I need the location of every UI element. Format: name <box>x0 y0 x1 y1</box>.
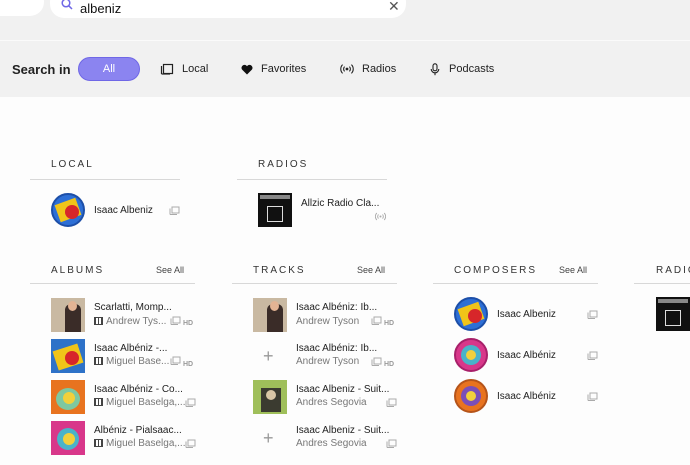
album-title[interactable]: Isaac Albéniz -... <box>94 343 167 354</box>
composers-see-all-link[interactable]: See All <box>559 265 587 275</box>
piano-icon <box>94 357 103 365</box>
track-cover[interactable] <box>253 298 287 332</box>
chevron-right-icon[interactable]: › <box>6 0 11 1</box>
section-title-local: LOCAL <box>51 159 94 170</box>
album-artist: Miguel Baselga,... <box>94 438 186 449</box>
hd-badge: HD <box>183 361 194 368</box>
piano-icon <box>94 398 103 406</box>
track-title[interactable]: Isaac Albeniz - Suit... <box>296 425 389 436</box>
filter-all[interactable]: All <box>78 57 140 81</box>
composer-avatar[interactable] <box>51 193 85 227</box>
piano-icon <box>94 317 103 325</box>
filter-favorites-label: Favorites <box>261 63 307 75</box>
hd-badge: HD <box>183 320 194 327</box>
local-item-title[interactable]: Isaac Albeniz <box>94 205 153 216</box>
heart-icon <box>241 64 253 74</box>
track-title[interactable]: Isaac Albéniz: Ib... <box>296 343 377 354</box>
section-title-albums: ALBUMS <box>51 265 105 276</box>
album-cover[interactable] <box>51 421 85 455</box>
divider <box>237 179 387 180</box>
radio-thumbnail[interactable] <box>656 297 690 331</box>
divider <box>433 283 598 284</box>
track-title[interactable]: Isaac Albeniz - Suit... <box>296 384 389 395</box>
hd-badge: HD <box>384 320 395 327</box>
local-library-icon <box>587 310 598 319</box>
album-artist-label: Miguel Baselga,... <box>106 397 186 408</box>
filter-bar: Search in All Local Favorites Radios Pod… <box>0 40 690 97</box>
filter-all-label: All <box>102 63 116 75</box>
track-artist: Andrew Tyson <box>296 356 360 367</box>
track-artist: Andrew Tyson <box>296 316 360 327</box>
album-title[interactable]: Scarlatti, Momp... <box>94 302 172 313</box>
filter-favorites[interactable]: Favorites <box>241 57 306 81</box>
local-library-icon <box>587 351 598 360</box>
piano-icon <box>94 439 103 447</box>
search-input[interactable] <box>80 0 360 16</box>
local-library-icon <box>386 439 397 448</box>
section-title-radios: RADIOS <box>258 159 309 170</box>
tracks-see-all-link[interactable]: See All <box>357 265 385 275</box>
divider <box>30 283 195 284</box>
close-icon[interactable]: ✕ <box>388 0 400 13</box>
divider <box>30 179 180 180</box>
album-cover[interactable] <box>51 380 85 414</box>
composer-avatar[interactable] <box>454 338 488 372</box>
album-artist: Andrew Tys... <box>94 316 166 327</box>
local-library-icon <box>371 357 382 366</box>
microphone-icon <box>430 62 440 75</box>
composer-avatar[interactable] <box>454 297 488 331</box>
composer-name[interactable]: Isaac Albeniz <box>497 309 556 320</box>
album-title[interactable]: Albéniz - Pialsaac... <box>94 425 182 436</box>
composer-name[interactable]: Isaac Albéniz <box>497 391 556 402</box>
local-library-icon <box>170 316 181 325</box>
top-bar: ‹ › ✕ <box>0 0 690 40</box>
section-title-radios-right: RADIO <box>656 265 690 276</box>
local-library-icon <box>160 63 174 75</box>
track-artist: Andres Segovia <box>296 397 367 408</box>
local-library-icon <box>386 398 397 407</box>
filter-radios[interactable]: Radios <box>340 57 396 81</box>
album-artist-label: Miguel Base... <box>106 356 170 367</box>
filter-local-label: Local <box>182 63 209 75</box>
search-in-label: Search in <box>12 62 71 77</box>
track-artist: Andres Segovia <box>296 438 367 449</box>
local-library-icon <box>371 316 382 325</box>
radio-item-title[interactable]: Allzic Radio Cla... <box>301 198 379 209</box>
section-title-tracks: TRACKS <box>253 265 306 276</box>
filter-podcasts-label: Podcasts <box>449 63 495 75</box>
local-library-icon <box>185 439 196 448</box>
local-library-icon <box>169 206 180 215</box>
divider <box>634 283 690 284</box>
composer-name[interactable]: Isaac Albéniz <box>497 350 556 361</box>
hd-badge: HD <box>384 361 395 368</box>
radio-waves-icon <box>375 212 386 221</box>
album-cover[interactable] <box>51 339 85 373</box>
album-cover[interactable] <box>51 298 85 332</box>
album-title[interactable]: Isaac Albéniz - Co... <box>94 384 183 395</box>
album-artist: Miguel Baselga,... <box>94 397 186 408</box>
track-cover[interactable] <box>253 380 287 414</box>
local-library-icon <box>185 398 196 407</box>
album-artist-label: Miguel Baselga,... <box>106 438 186 449</box>
search-icon <box>61 0 73 10</box>
track-title[interactable]: Isaac Albéniz: Ib... <box>296 302 377 313</box>
filter-podcasts[interactable]: Podcasts <box>429 57 494 81</box>
filter-radios-label: Radios <box>362 63 397 75</box>
section-title-composers: COMPOSERS <box>454 265 538 276</box>
local-library-icon <box>170 356 181 365</box>
navigation-buttons: ‹ › <box>0 0 44 16</box>
album-artist-label: Andrew Tys... <box>106 316 167 327</box>
filter-local[interactable]: Local <box>160 57 208 81</box>
album-artist: Miguel Base... <box>94 356 169 367</box>
search-box: ✕ <box>50 0 406 18</box>
add-icon[interactable]: + <box>263 429 274 447</box>
radio-thumbnail[interactable] <box>258 193 292 227</box>
add-icon[interactable]: + <box>263 347 274 365</box>
albums-see-all-link[interactable]: See All <box>156 265 184 275</box>
local-library-icon <box>587 392 598 401</box>
radio-waves-icon <box>340 64 354 74</box>
divider <box>232 283 397 284</box>
composer-avatar[interactable] <box>454 379 488 413</box>
